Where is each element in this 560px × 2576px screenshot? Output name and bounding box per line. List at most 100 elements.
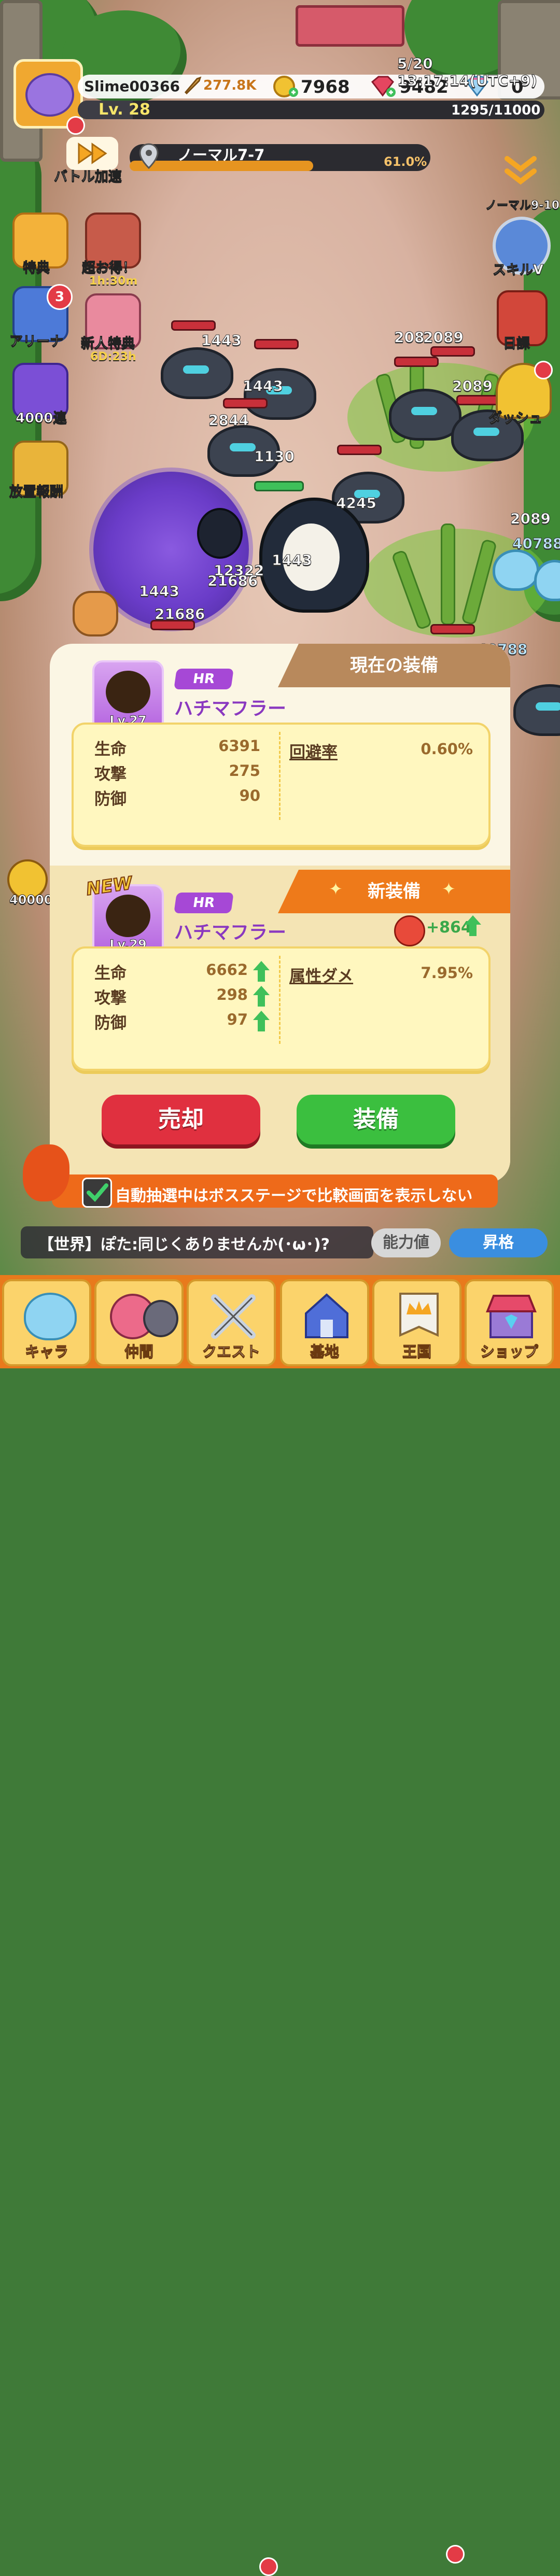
equipment-compare-dialog: 現在の装備 Lv.27 HR ハチマフラー 生命 6391 攻撃 275 防御 … — [50, 644, 510, 1183]
stat-value: 298 — [216, 986, 248, 1003]
bee-scarf-icon — [106, 671, 150, 713]
hero-hp-bar — [254, 481, 304, 491]
damage-number: 1443 — [201, 332, 242, 349]
stats-button[interactable]: 能力値 — [371, 1228, 441, 1257]
sword-power-icon — [183, 75, 203, 95]
perks-label: 特典 — [22, 260, 50, 276]
stat-label: 防御 — [94, 790, 127, 809]
slime-avatar-icon — [25, 73, 74, 117]
crossed-swords-icon — [211, 1294, 256, 1339]
stat-label: 攻撃 — [94, 765, 127, 784]
sub-stat-value: 0.60% — [421, 740, 473, 758]
current-item-rarity: HR — [174, 669, 234, 689]
current-stats-card: 生命 6391 攻撃 275 防御 90 回避率 0.60% — [72, 723, 491, 847]
enemy-unit — [513, 684, 560, 736]
new-equipment-header: 新装備 ✦ ✦ — [278, 870, 510, 913]
draw-4000-label: 4000連 — [15, 411, 67, 427]
bench-decoration — [296, 5, 404, 47]
up-arrow-stem — [258, 970, 265, 982]
stats-divider — [279, 956, 281, 1044]
damage-number: 208 — [394, 329, 425, 346]
house-icon — [305, 1293, 348, 1338]
nav-quest[interactable]: クエスト — [187, 1279, 276, 1366]
dash-notification-dot — [534, 361, 553, 379]
damage-number: 2089 — [510, 510, 551, 528]
stats-divider — [279, 732, 281, 820]
gold-reward-amount: 40000 — [9, 893, 53, 908]
ruby-gem-icon[interactable] — [369, 75, 397, 98]
current-equipment-title: 現在の装備 — [350, 655, 438, 676]
enemy-hp-bar — [171, 320, 216, 331]
sparkle-icon: ✦ — [329, 879, 343, 899]
location-pin-icon — [136, 141, 162, 172]
exp-value: 1295/11000 — [451, 103, 541, 118]
fast-forward-icon — [78, 143, 107, 164]
combat-power-icon — [394, 915, 425, 946]
stat-label: 攻撃 — [94, 989, 127, 1008]
slime-unit — [493, 549, 539, 591]
sub-stat-label[interactable]: 属性ダメ — [289, 963, 353, 986]
enemy-hp-bar — [337, 445, 382, 455]
up-arrow-stem — [258, 1020, 265, 1031]
checkmark-icon — [87, 1183, 108, 1202]
battle-speed-label: バトル加速 — [54, 169, 122, 185]
shop-icon — [486, 1295, 537, 1338]
next-stage-chevron-icon[interactable] — [500, 153, 541, 190]
daily-label: 日課 — [502, 336, 530, 352]
damage-number: 1443 — [272, 551, 313, 569]
enemy-hp-bar — [430, 346, 475, 357]
nav-shop[interactable]: ショップ — [465, 1279, 554, 1366]
kingdom-notification-dot — [446, 2545, 465, 2564]
cat-icon — [143, 1300, 178, 1337]
idle-reward-label: 放置報酬 — [9, 484, 64, 500]
stat-value: 97 — [227, 1011, 248, 1028]
nav-kingdom[interactable]: 王国 — [372, 1279, 461, 1366]
gold-coin-icon[interactable] — [273, 75, 299, 98]
new-equipment-title: 新装備 — [368, 881, 421, 902]
damage-number: 21686 — [207, 572, 258, 590]
damage-number: 21686 — [154, 605, 205, 623]
damage-number: 1443 — [243, 377, 284, 395]
bottom-navigation: キャラ 仲間 クエスト 基地 王国 ショップ — [0, 1275, 560, 2576]
stat-value: 6391 — [218, 737, 260, 755]
promote-button[interactable]: 昇格 — [449, 1228, 548, 1257]
super-deal-label: 超お得！ — [81, 260, 136, 276]
stage-progress-percent: 61.0% — [384, 154, 427, 169]
nav-friends[interactable]: 仲間 — [94, 1279, 184, 1366]
stage-name: ノーマル7-7 — [177, 146, 265, 164]
current-item-name: ハチマフラー — [174, 698, 287, 719]
crown-banner-icon — [399, 1293, 439, 1337]
arena-badge: 3 — [47, 284, 73, 310]
sell-button[interactable]: 売却 — [102, 1095, 260, 1144]
stat-label: 防御 — [94, 1014, 127, 1032]
enemy-unit — [389, 389, 461, 441]
nav-kingdom-label: 王国 — [402, 1343, 431, 1361]
slime-icon — [24, 1293, 77, 1340]
nav-base-label: 基地 — [310, 1343, 339, 1361]
damage-number: 2089 — [452, 377, 493, 395]
player-level: Lv. 28 — [99, 101, 150, 119]
current-equipment-header: 現在の装備 — [278, 644, 510, 687]
battle-speed-button[interactable] — [66, 137, 118, 170]
player-name: Slime00366 — [84, 78, 180, 95]
enemy-hp-bar — [394, 357, 439, 367]
stat-value: 6662 — [206, 961, 248, 979]
nav-chara[interactable]: キャラ — [2, 1279, 91, 1366]
quest-notification-dot — [259, 2557, 278, 2576]
nav-shop-label: ショップ — [480, 1343, 538, 1361]
sparkle-icon: ✦ — [442, 879, 456, 899]
equip-button[interactable]: 装備 — [297, 1095, 455, 1144]
up-arrow-icon — [253, 961, 270, 970]
newbie-perks-timer: 6D:23h — [90, 350, 136, 363]
up-arrow-icon — [253, 986, 270, 995]
nav-base[interactable]: 基地 — [280, 1279, 369, 1366]
new-stats-card: 生命 6662 攻撃 298 防御 97 属性ダメ 7.95% — [72, 946, 491, 1071]
bee-scarf-icon — [106, 895, 150, 937]
dash-label: ダッシュ — [488, 411, 543, 427]
enemy-hp-bar — [456, 395, 501, 405]
auto-notice-checkbox[interactable] — [82, 1178, 112, 1208]
new-item-rarity: HR — [174, 893, 234, 913]
sub-stat-label[interactable]: 回避率 — [289, 739, 338, 762]
nav-chara-label: キャラ — [24, 1343, 68, 1361]
current-item-icon[interactable]: Lv.27 — [92, 660, 164, 732]
